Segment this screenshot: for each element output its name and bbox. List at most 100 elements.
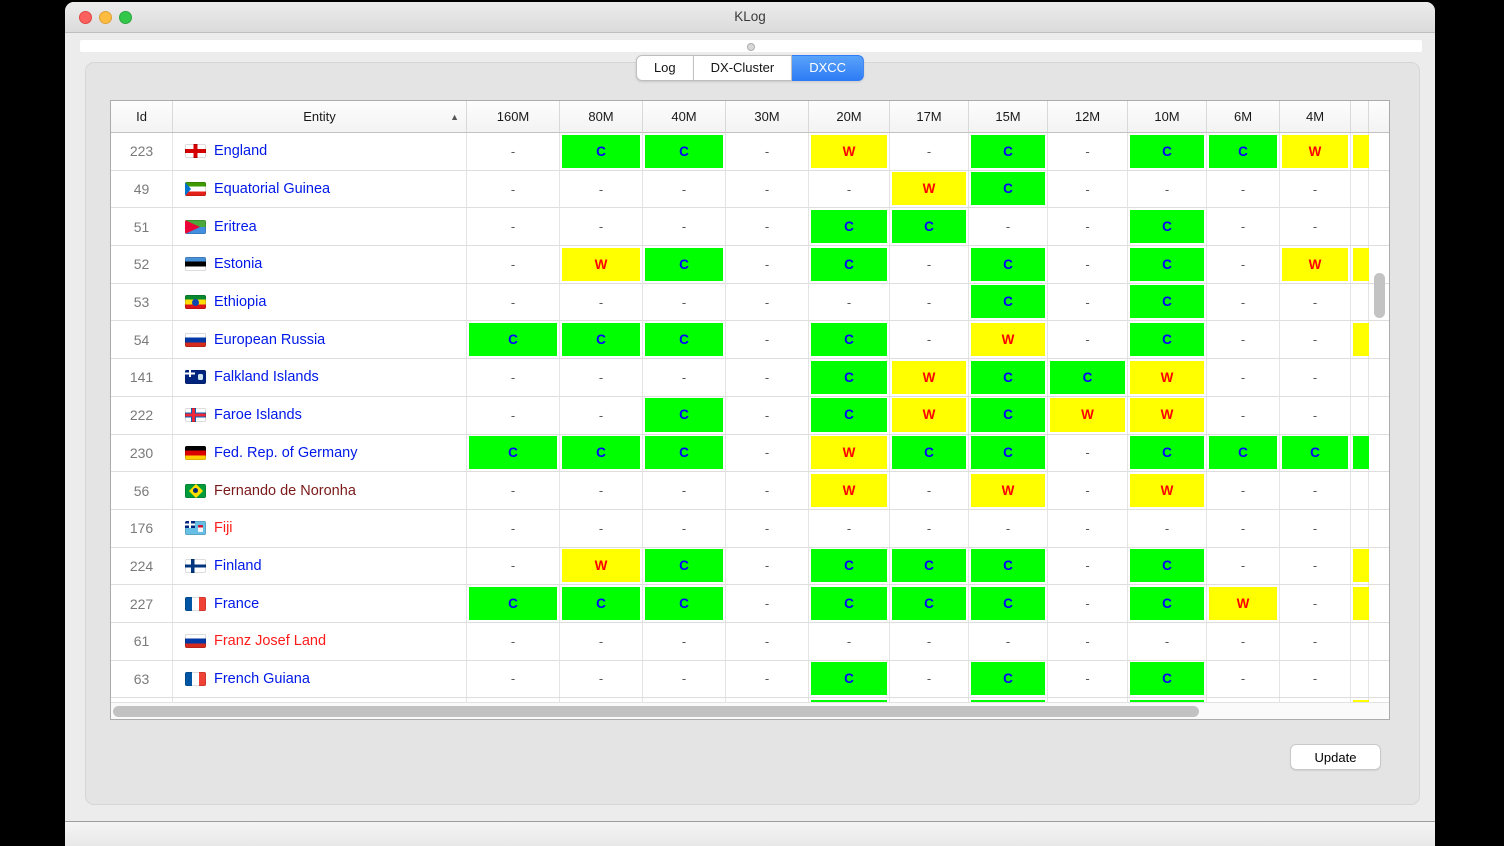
- band-cell[interactable]: W: [560, 246, 643, 283]
- band-cell[interactable]: -: [726, 171, 809, 208]
- band-cell[interactable]: -: [1280, 472, 1351, 509]
- band-cell[interactable]: -: [1280, 359, 1351, 396]
- band-cell[interactable]: [1351, 359, 1369, 396]
- band-cell[interactable]: -: [1048, 133, 1128, 170]
- band-cell[interactable]: -: [1207, 208, 1280, 245]
- update-button[interactable]: Update: [1290, 744, 1381, 770]
- band-cell[interactable]: -: [969, 623, 1048, 660]
- band-cell[interactable]: -: [1048, 321, 1128, 358]
- band-cell[interactable]: C: [969, 548, 1048, 585]
- column-header-6m[interactable]: 6M: [1207, 101, 1280, 132]
- band-cell[interactable]: C: [809, 208, 890, 245]
- band-cell[interactable]: -: [890, 133, 969, 170]
- band-cell[interactable]: -: [726, 133, 809, 170]
- band-cell[interactable]: -: [809, 510, 890, 547]
- id-cell[interactable]: 52: [111, 246, 173, 283]
- tab-dxcc[interactable]: DXCC: [792, 55, 864, 81]
- id-cell[interactable]: 141: [111, 359, 173, 396]
- band-cell[interactable]: -: [809, 171, 890, 208]
- band-cell[interactable]: C: [467, 321, 560, 358]
- band-cell[interactable]: C: [643, 435, 726, 472]
- band-cell[interactable]: -: [1048, 548, 1128, 585]
- band-cell[interactable]: [1351, 623, 1369, 660]
- band-cell[interactable]: -: [726, 284, 809, 321]
- column-header-partial[interactable]: [1351, 101, 1369, 132]
- band-cell[interactable]: -: [467, 133, 560, 170]
- band-cell[interactable]: [1351, 133, 1369, 170]
- band-cell[interactable]: C: [969, 359, 1048, 396]
- band-cell[interactable]: -: [1207, 510, 1280, 547]
- band-cell[interactable]: [1351, 171, 1369, 208]
- band-cell[interactable]: -: [560, 208, 643, 245]
- band-cell[interactable]: -: [560, 472, 643, 509]
- entity-cell[interactable]: European Russia: [173, 321, 467, 358]
- band-cell[interactable]: -: [643, 359, 726, 396]
- band-cell[interactable]: -: [726, 397, 809, 434]
- band-cell[interactable]: -: [1048, 208, 1128, 245]
- band-cell[interactable]: -: [1207, 321, 1280, 358]
- band-cell[interactable]: -: [643, 171, 726, 208]
- band-cell[interactable]: C: [1207, 133, 1280, 170]
- band-cell[interactable]: -: [643, 472, 726, 509]
- band-cell[interactable]: C: [467, 435, 560, 472]
- id-cell[interactable]: 56: [111, 472, 173, 509]
- band-cell[interactable]: C: [560, 133, 643, 170]
- band-cell[interactable]: [1351, 284, 1369, 321]
- band-cell[interactable]: -: [726, 548, 809, 585]
- band-cell[interactable]: -: [726, 246, 809, 283]
- column-header-10m[interactable]: 10M: [1128, 101, 1207, 132]
- band-cell[interactable]: C: [809, 548, 890, 585]
- band-cell[interactable]: C: [969, 585, 1048, 622]
- band-cell[interactable]: [1351, 548, 1369, 585]
- column-header-id[interactable]: Id: [111, 101, 173, 132]
- band-cell[interactable]: C: [1128, 133, 1207, 170]
- band-cell[interactable]: C: [809, 246, 890, 283]
- band-cell[interactable]: -: [726, 585, 809, 622]
- title-bar[interactable]: KLog: [65, 2, 1435, 33]
- band-cell[interactable]: C: [890, 208, 969, 245]
- band-cell[interactable]: -: [643, 208, 726, 245]
- band-cell[interactable]: -: [809, 284, 890, 321]
- band-cell[interactable]: W: [809, 472, 890, 509]
- band-cell[interactable]: [1351, 208, 1369, 245]
- band-cell[interactable]: -: [726, 321, 809, 358]
- entity-cell[interactable]: Eritrea: [173, 208, 467, 245]
- band-cell[interactable]: W: [969, 472, 1048, 509]
- band-cell[interactable]: C: [643, 548, 726, 585]
- id-cell[interactable]: 227: [111, 585, 173, 622]
- band-cell[interactable]: C: [643, 585, 726, 622]
- band-cell[interactable]: C: [969, 435, 1048, 472]
- band-cell[interactable]: -: [1207, 472, 1280, 509]
- band-cell[interactable]: -: [467, 510, 560, 547]
- id-cell[interactable]: 63: [111, 661, 173, 698]
- column-header-40m[interactable]: 40M: [643, 101, 726, 132]
- band-cell[interactable]: -: [467, 623, 560, 660]
- column-header-12m[interactable]: 12M: [1048, 101, 1128, 132]
- id-cell[interactable]: 51: [111, 208, 173, 245]
- band-cell[interactable]: C: [643, 246, 726, 283]
- id-cell[interactable]: 176: [111, 510, 173, 547]
- band-cell[interactable]: -: [467, 397, 560, 434]
- splitter-handle-icon[interactable]: [747, 43, 755, 51]
- band-cell[interactable]: -: [726, 661, 809, 698]
- band-cell[interactable]: -: [643, 510, 726, 547]
- band-cell[interactable]: [1351, 472, 1369, 509]
- band-cell[interactable]: C: [890, 585, 969, 622]
- tab-log[interactable]: Log: [636, 55, 694, 81]
- horizontal-scrollbar[interactable]: [111, 702, 1389, 719]
- band-cell[interactable]: -: [969, 208, 1048, 245]
- band-cell[interactable]: -: [1207, 359, 1280, 396]
- band-cell[interactable]: -: [890, 246, 969, 283]
- column-header-4m[interactable]: 4M: [1280, 101, 1351, 132]
- band-cell[interactable]: -: [560, 171, 643, 208]
- band-cell[interactable]: -: [467, 246, 560, 283]
- band-cell[interactable]: -: [467, 472, 560, 509]
- id-cell[interactable]: 222: [111, 397, 173, 434]
- band-cell[interactable]: [1351, 397, 1369, 434]
- column-header-30m[interactable]: 30M: [726, 101, 809, 132]
- entity-cell[interactable]: Faroe Islands: [173, 397, 467, 434]
- band-cell[interactable]: [1351, 435, 1369, 472]
- band-cell[interactable]: -: [1280, 397, 1351, 434]
- band-cell[interactable]: -: [1280, 171, 1351, 208]
- band-cell[interactable]: -: [1207, 623, 1280, 660]
